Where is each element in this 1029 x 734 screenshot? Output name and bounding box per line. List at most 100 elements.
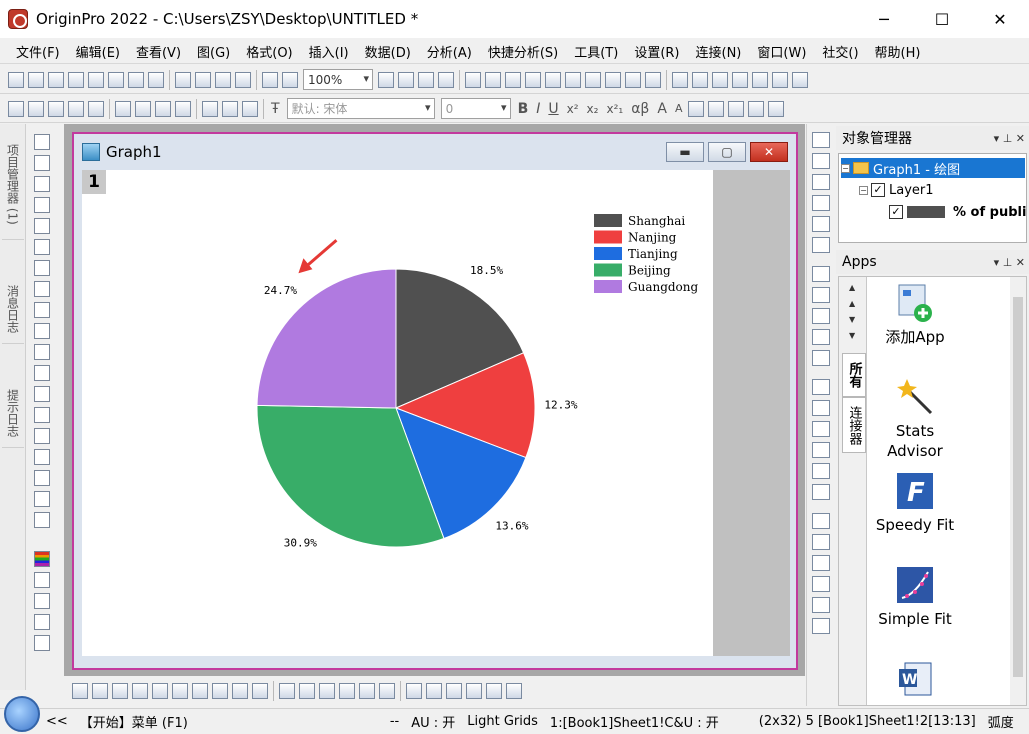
new-project-icon[interactable] (8, 71, 24, 88)
font-size-select[interactable]: 0 (440, 98, 511, 119)
new-workbook-icon[interactable] (28, 71, 44, 88)
add-layer-icon[interactable] (811, 266, 830, 282)
new-matrix-icon[interactable] (68, 71, 84, 88)
layer-checkbox[interactable]: ✓ (871, 183, 885, 197)
legend-label-beijing[interactable]: Beijing (628, 264, 671, 278)
status-active-book[interactable]: 1:[Book1]Sheet1!C&U : 开 (544, 712, 725, 731)
apps-scrollbar-thumb[interactable] (1013, 297, 1023, 677)
column-plot-icon[interactable] (132, 683, 148, 699)
align-bottom-icon[interactable] (811, 442, 830, 458)
code-builder-window-icon[interactable] (545, 71, 561, 88)
calculator-icon[interactable] (625, 71, 641, 88)
scatter-plot-icon[interactable] (92, 683, 108, 699)
graph-properties-icon[interactable] (175, 100, 191, 117)
plot-checkbox[interactable]: ✓ (889, 205, 903, 219)
new-notes-icon[interactable] (108, 71, 124, 88)
axis-x-icon[interactable] (811, 174, 830, 190)
bold-button[interactable]: B (518, 101, 529, 117)
axis-y-icon[interactable] (811, 195, 830, 211)
same-height-icon[interactable] (811, 618, 830, 634)
layer-tool-icon[interactable] (34, 593, 50, 609)
apps-pin-icon[interactable]: ▾ ⊥ ✕ (994, 256, 1025, 269)
merge-layer-icon[interactable] (811, 329, 830, 345)
3d-tool-icon[interactable] (34, 512, 50, 528)
menu-graph[interactable]: 图(G) (189, 42, 238, 61)
app-add-app[interactable]: 添加App (869, 283, 961, 347)
plot-setup-icon[interactable] (48, 100, 64, 117)
message-log-tab[interactable]: 消息日志 (2, 274, 24, 344)
project-explorer-icon[interactable] (465, 71, 481, 88)
align-right-icon[interactable] (811, 400, 830, 416)
3d-surface-icon[interactable] (279, 683, 295, 699)
statistics-icon[interactable] (712, 71, 728, 88)
align-left-icon[interactable] (811, 379, 830, 395)
arrow-tool-icon[interactable] (34, 365, 50, 381)
layout-icon[interactable] (811, 350, 830, 366)
menu-quick-analysis[interactable]: 快捷分析(S) (480, 42, 566, 61)
status-start-menu[interactable]: 【开始】菜单 (F1) (74, 712, 194, 731)
legend-swatch-shanghai[interactable] (594, 214, 622, 227)
font-color-icon[interactable] (728, 100, 745, 117)
annotation-arrow[interactable] (298, 239, 338, 274)
minimize-button[interactable]: ─ (855, 0, 913, 38)
stock-plot-icon[interactable] (232, 683, 248, 699)
3d-scatter-icon[interactable] (299, 683, 315, 699)
superscript-button[interactable]: x² (567, 102, 579, 116)
menu-window[interactable]: 窗口(W) (749, 42, 814, 61)
image-plot-icon[interactable] (379, 683, 395, 699)
open-icon[interactable] (175, 71, 191, 88)
layer-tool-icon[interactable] (811, 132, 830, 148)
legend-label-guangdong[interactable]: Guangdong (628, 280, 699, 294)
line-plot-icon[interactable] (72, 683, 88, 699)
project-explorer-tab[interactable]: 项目管理器 (1) (2, 130, 24, 240)
data-markers-icon[interactable] (466, 683, 482, 699)
recalculate-icon[interactable] (262, 71, 278, 88)
save-icon[interactable] (215, 71, 231, 88)
save-template-icon[interactable] (235, 71, 251, 88)
object-back-icon[interactable] (811, 534, 830, 550)
menu-file[interactable]: 文件(F) (8, 42, 68, 61)
panel-pin-icon[interactable]: ▾ ⊥ ✕ (994, 132, 1025, 145)
line-style-icon[interactable] (708, 100, 725, 117)
graph-window[interactable]: Graph1 ▬ ▢ ✕ 1 18.5% 12.3% 13.6% 30.9% 24.7%… (72, 132, 798, 670)
status-angle-unit[interactable]: 弧度 (982, 712, 1020, 731)
rectangle-tool-icon[interactable] (34, 407, 50, 423)
add-plot-icon[interactable] (115, 100, 131, 117)
scroll-up-more-icon[interactable]: ▲ (849, 299, 855, 308)
legend-swatch-nanjing[interactable] (594, 230, 622, 244)
align-center-icon[interactable] (811, 463, 830, 479)
app-simple-fit[interactable]: Simple Fit (869, 565, 961, 629)
add-column-icon[interactable] (672, 71, 688, 88)
legend-label-tianjing[interactable]: Tianjing (628, 247, 678, 261)
sum-icon[interactable] (692, 71, 708, 88)
new-layout-icon[interactable] (128, 71, 144, 88)
magnifier-icon[interactable] (4, 696, 40, 732)
merge-icon[interactable] (88, 100, 104, 117)
rescale-tool-icon[interactable] (811, 216, 830, 232)
new-function-icon[interactable] (88, 71, 104, 88)
screen-reader-icon[interactable] (34, 197, 50, 213)
app-send-to-word[interactable]: W (869, 659, 961, 703)
duplicate-icon[interactable] (418, 71, 434, 88)
multi-layer-icon[interactable] (811, 308, 830, 324)
code-builder-icon[interactable] (438, 71, 454, 88)
italic-button[interactable]: I (536, 101, 540, 117)
annotation-tool-icon[interactable] (34, 344, 50, 360)
status-theme[interactable]: Light Grids (461, 714, 544, 729)
worksheet-icon[interactable] (8, 100, 24, 117)
mask-tool-icon[interactable] (34, 281, 50, 297)
line-symbol-plot-icon[interactable] (112, 683, 128, 699)
legend-label-shanghai[interactable]: Shanghai (628, 214, 685, 228)
pie-chart[interactable]: 18.5% 12.3% 13.6% 30.9% 24.7% Shanghai Nanjing… (82, 170, 713, 656)
menu-edit[interactable]: 编辑(E) (68, 42, 128, 61)
variables-icon[interactable] (605, 71, 621, 88)
zoom-select[interactable]: 100% (303, 69, 373, 90)
menu-analysis[interactable]: 分析(A) (419, 42, 480, 61)
menu-view[interactable]: 查看(V) (128, 42, 189, 61)
menu-social[interactable]: 社交() (814, 42, 866, 61)
script-window-icon[interactable] (525, 71, 541, 88)
group-icon[interactable] (811, 555, 830, 571)
graph-minimize-button[interactable]: ▬ (666, 142, 704, 162)
settings-icon[interactable] (645, 71, 661, 88)
set-column-icon[interactable] (772, 71, 788, 88)
